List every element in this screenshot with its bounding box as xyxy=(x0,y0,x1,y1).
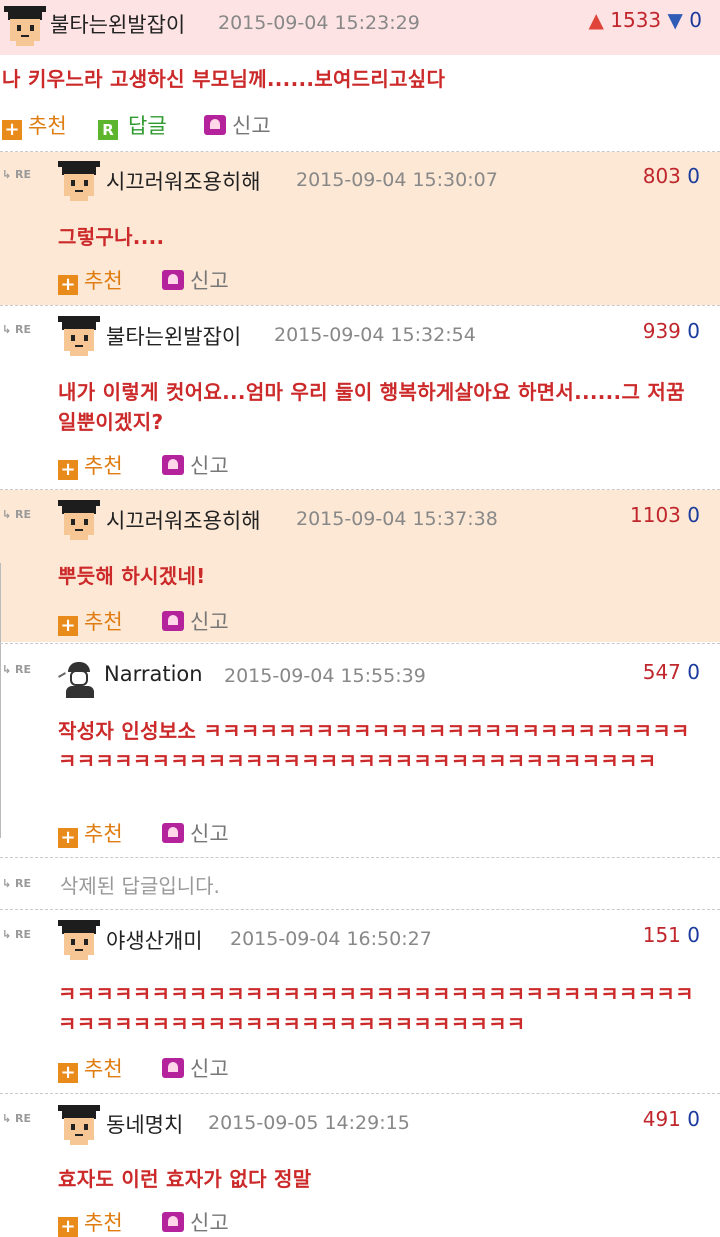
comment-text: 나 키우느라 고생하신 부모님께......보여드리고싶다 xyxy=(2,67,446,91)
comment-date: 2015-09-04 15:23:29 xyxy=(218,12,420,34)
divider xyxy=(0,857,720,858)
downvote-count: 0 xyxy=(687,503,700,527)
plus-icon: + xyxy=(2,120,22,140)
author-name[interactable]: Narration xyxy=(104,662,203,686)
divider xyxy=(0,643,720,644)
avatar[interactable] xyxy=(58,161,100,201)
recommend-button[interactable]: + 추천 xyxy=(58,1053,123,1083)
re-tag: ↳ RE xyxy=(2,323,32,336)
plus-icon: + xyxy=(58,275,78,295)
upvote-count: 491 xyxy=(642,1107,681,1131)
siren-icon xyxy=(162,455,184,475)
vote-box: ▲ 1533 ▼ 0 xyxy=(560,8,703,32)
divider xyxy=(0,1093,720,1094)
comment-text: 작성자 인성보소 ㅋㅋㅋㅋㅋㅋㅋㅋㅋㅋㅋㅋㅋㅋㅋㅋㅋㅋㅋㅋㅋㅋㅋㅋㅋㅋㅋㅋㅋㅋㅋ… xyxy=(58,719,690,773)
downvote-count: 0 xyxy=(687,923,700,947)
re-tag: ↳ RE xyxy=(2,663,32,676)
author-name[interactable]: 불타는왼발잡이 xyxy=(106,321,241,351)
avatar[interactable] xyxy=(58,500,100,540)
vote-box: 151 0 xyxy=(600,923,700,947)
vote-box: 1103 0 xyxy=(600,503,700,527)
plus-icon: + xyxy=(58,1063,78,1083)
thumbs-down-icon[interactable]: ▼ xyxy=(668,8,683,32)
comment-date: 2015-09-04 15:37:38 xyxy=(296,508,498,530)
upvote-count: 1103 xyxy=(630,503,681,527)
downvote-count: 0 xyxy=(687,319,700,343)
reply-icon: R xyxy=(98,120,118,140)
recommend-button[interactable]: + 추천 xyxy=(2,110,67,140)
siren-icon xyxy=(162,270,184,290)
author-name[interactable]: 불타는왼발잡이 xyxy=(50,9,185,39)
recommend-button[interactable]: + 추천 xyxy=(58,450,123,480)
comment-date: 2015-09-04 16:50:27 xyxy=(230,928,432,950)
avatar[interactable] xyxy=(4,6,46,46)
upvote-count: 547 xyxy=(642,660,681,684)
report-button[interactable]: 신고 xyxy=(162,818,229,848)
plus-icon: + xyxy=(58,460,78,480)
report-button[interactable]: 신고 xyxy=(162,1053,229,1083)
avatar[interactable] xyxy=(58,316,100,356)
vote-box: 547 0 xyxy=(600,660,700,684)
author-name[interactable]: 동네명치 xyxy=(106,1109,183,1139)
upvote-count: 803 xyxy=(642,164,681,188)
siren-icon xyxy=(204,115,226,135)
downvote-count: 0 xyxy=(687,164,700,188)
vote-box: 491 0 xyxy=(600,1107,700,1131)
thread-line xyxy=(0,563,1,838)
plus-icon: + xyxy=(58,1217,78,1237)
narration-avatar[interactable] xyxy=(58,660,98,698)
comment-date: 2015-09-04 15:32:54 xyxy=(274,324,476,346)
comment-date: 2015-09-04 15:55:39 xyxy=(224,665,426,687)
upvote-count: 939 xyxy=(642,319,681,343)
re-tag: ↳ RE xyxy=(2,928,32,941)
author-name[interactable]: 시끄러워조용히해 xyxy=(106,166,261,196)
report-button[interactable]: 신고 xyxy=(162,265,229,295)
downvote-count: 0 xyxy=(687,1107,700,1131)
plus-icon: + xyxy=(58,828,78,848)
re-tag: ↳ RE xyxy=(2,877,32,890)
comment-text: ㅋㅋㅋㅋㅋㅋㅋㅋㅋㅋㅋㅋㅋㅋㅋㅋㅋㅋㅋㅋㅋㅋㅋㅋㅋㅋㅋㅋㅋㅋㅋㅋㅋㅋㅋㅋㅋㅋㅋㅋ… xyxy=(58,982,694,1036)
comment-text: 내가 이렇게 컷어요...엄마 우리 둘이 행복하게살아요 하면서......그… xyxy=(58,380,685,434)
siren-icon xyxy=(162,1212,184,1232)
recommend-button[interactable]: + 추천 xyxy=(58,818,123,848)
vote-box: 803 0 xyxy=(600,164,700,188)
upvote-count: 151 xyxy=(642,923,681,947)
divider xyxy=(0,909,720,910)
downvote-count: 0 xyxy=(687,660,700,684)
report-button[interactable]: 신고 xyxy=(204,110,271,140)
deleted-reply-text: 삭제된 답글입니다. xyxy=(60,874,220,898)
comment-text: 효자도 이런 효자가 없다 정말 xyxy=(58,1167,312,1191)
reply-button[interactable]: R 답글 xyxy=(98,110,167,140)
divider xyxy=(0,305,720,306)
comment-text: 뿌듯해 하시겠네! xyxy=(58,564,206,588)
recommend-button[interactable]: + 추천 xyxy=(58,265,123,295)
report-button[interactable]: 신고 xyxy=(162,606,229,636)
report-button[interactable]: 신고 xyxy=(162,1207,229,1237)
recommend-button[interactable]: + 추천 xyxy=(58,606,123,636)
comment-date: 2015-09-04 15:30:07 xyxy=(296,169,498,191)
re-tag: ↳ RE xyxy=(2,508,32,521)
recommend-button[interactable]: + 추천 xyxy=(58,1207,123,1237)
vote-box: 939 0 xyxy=(600,319,700,343)
author-name[interactable]: 시끄러워조용히해 xyxy=(106,505,261,535)
downvote-count: 0 xyxy=(689,8,702,32)
siren-icon xyxy=(162,611,184,631)
avatar[interactable] xyxy=(58,920,100,960)
plus-icon: + xyxy=(58,616,78,636)
comment-date: 2015-09-05 14:29:15 xyxy=(208,1112,410,1134)
siren-icon xyxy=(162,1058,184,1078)
re-tag: ↳ RE xyxy=(2,1112,32,1125)
report-button[interactable]: 신고 xyxy=(162,450,229,480)
siren-icon xyxy=(162,823,184,843)
thumbs-up-icon[interactable]: ▲ xyxy=(589,8,604,32)
comment-text: 그렇구나.... xyxy=(58,225,165,249)
author-name[interactable]: 야생산개미 xyxy=(106,925,203,955)
upvote-count: 1533 xyxy=(610,8,662,32)
re-tag: ↳ RE xyxy=(2,168,32,181)
avatar[interactable] xyxy=(58,1105,100,1145)
